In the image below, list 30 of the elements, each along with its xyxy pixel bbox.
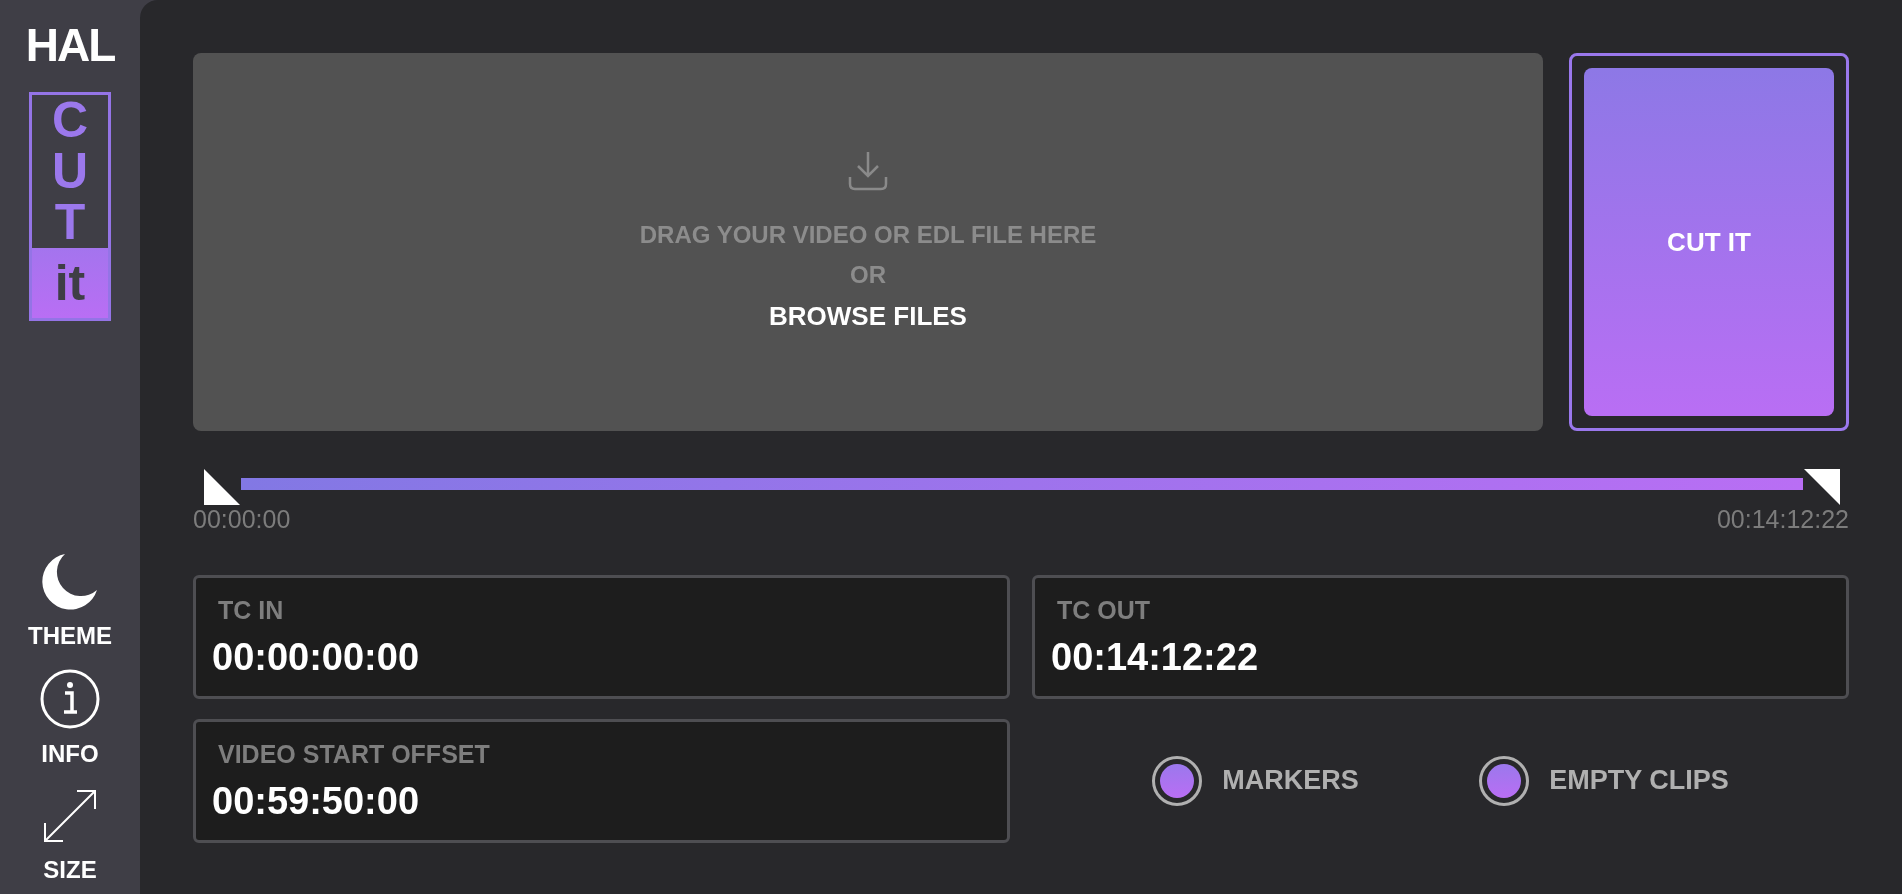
start-handle[interactable]	[204, 469, 240, 505]
field-label: VIDEO START OFFSET	[217, 738, 491, 770]
timecode-field[interactable]: TC OUT 00:14:12:22	[1032, 574, 1849, 699]
theme-button[interactable]: THEME	[28, 550, 112, 654]
badge-footer: it	[32, 248, 108, 318]
timecode-value: 00:00:00:00	[212, 635, 421, 680]
start-time: 00:00:00	[193, 504, 291, 535]
option-toggle[interactable]	[1479, 755, 1530, 806]
drop-hint: DRAG YOUR VIDEO OR EDL FILE HERE	[639, 219, 1097, 250]
option-label: MARKERS	[1222, 764, 1359, 798]
badge-letter: U	[51, 146, 89, 197]
badge-letter: T	[54, 197, 86, 248]
end-handle[interactable]	[1804, 469, 1840, 505]
option-toggle[interactable]	[1152, 755, 1203, 806]
timecode-field[interactable]: TC IN 00:00:00:00	[193, 574, 1010, 699]
option-label: EMPTY CLIPS	[1549, 764, 1729, 798]
badge-letter: C	[51, 95, 89, 146]
info-button[interactable]: INFO	[39, 668, 101, 772]
size-button[interactable]: SIZE	[40, 786, 100, 888]
logo: HAL	[25, 22, 115, 68]
timecode-value: 00:14:12:22	[1051, 635, 1260, 680]
info-icon	[39, 668, 101, 730]
end-time: 00:14:12:22	[1716, 504, 1849, 535]
drop-zone[interactable]: DRAG YOUR VIDEO OR EDL FILE HERE OR BROWSE FILES	[193, 53, 1543, 431]
field-label: TC IN	[217, 594, 285, 626]
field-label: TC OUT	[1056, 594, 1152, 626]
or-text: OR	[850, 259, 886, 290]
browse-files-link[interactable]: BROWSE FILES	[769, 296, 967, 336]
timecode-value: 00:59:50:00	[212, 779, 421, 824]
timecode-field[interactable]: VIDEO START OFFSET 00:59:50:00	[193, 718, 1010, 843]
